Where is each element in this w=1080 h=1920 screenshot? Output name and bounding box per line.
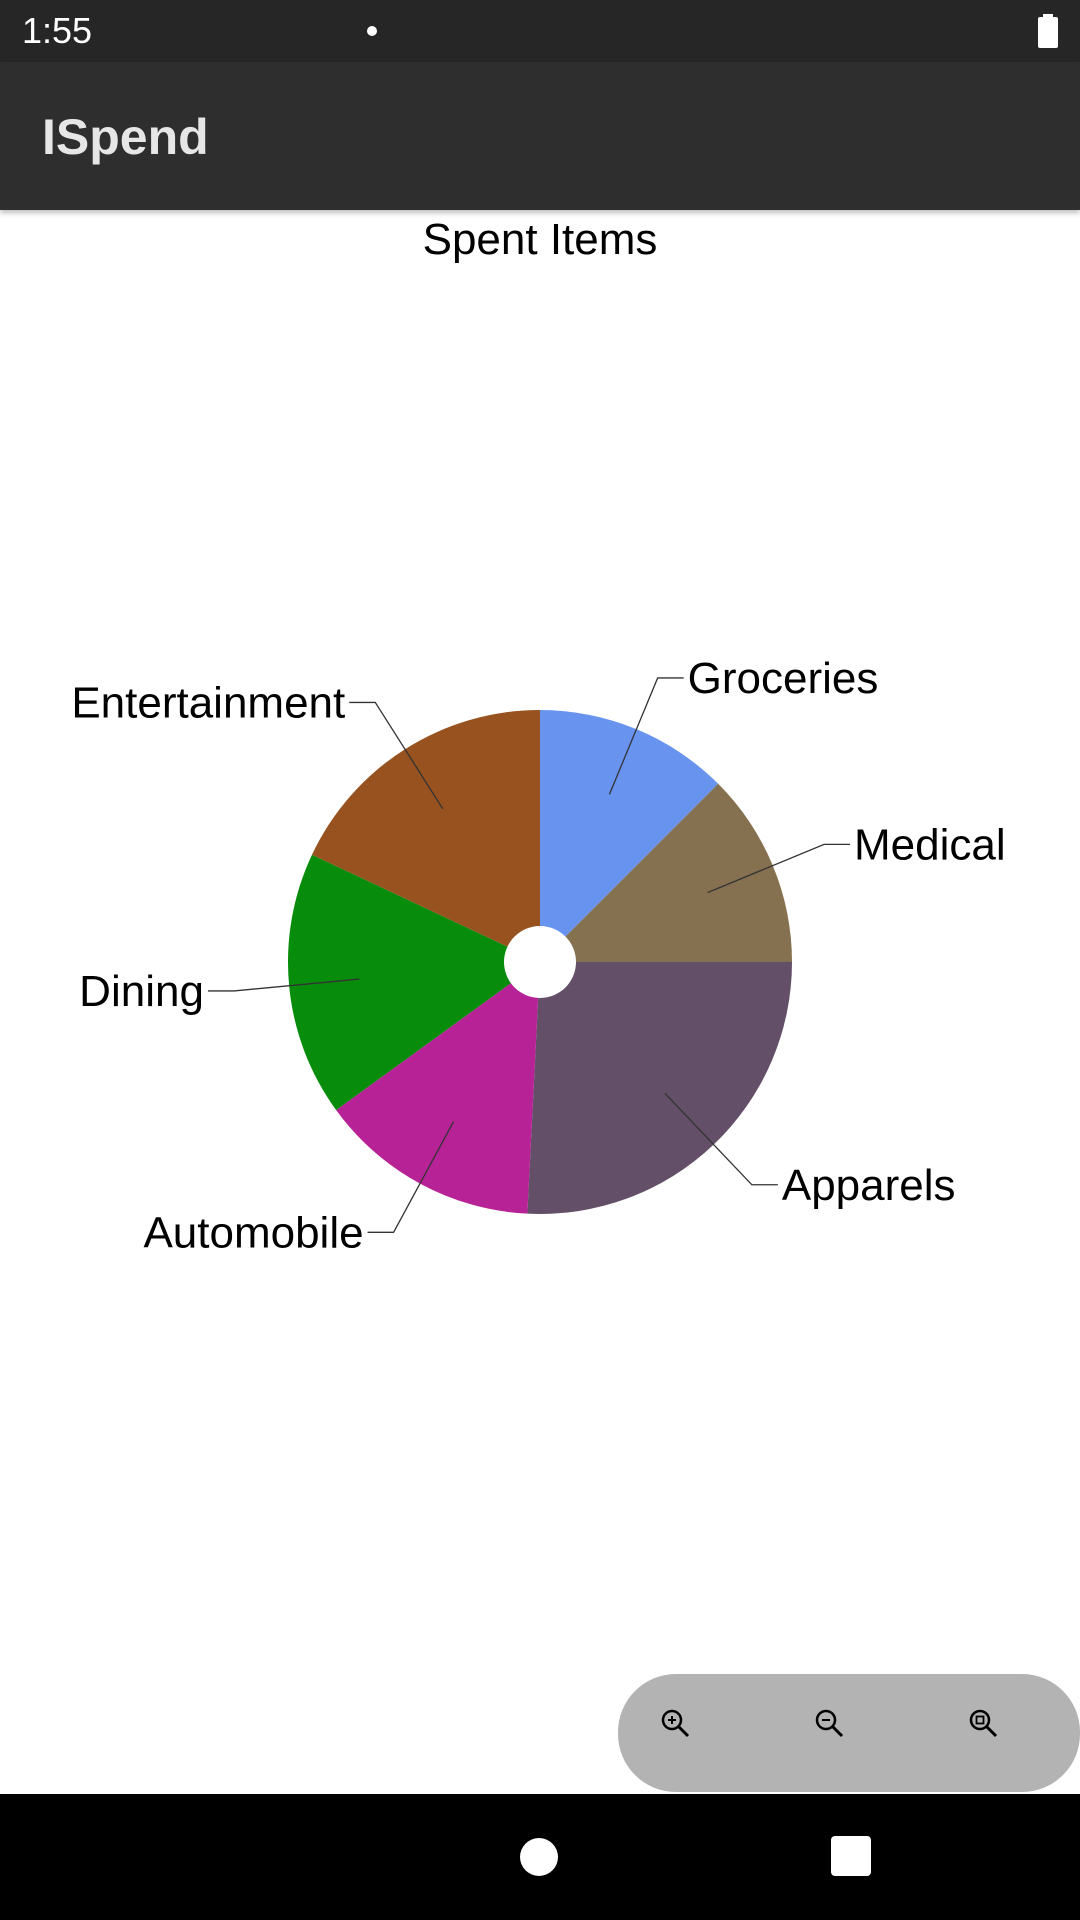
home-icon[interactable]	[520, 1838, 558, 1876]
slice-label-groceries: Groceries	[688, 654, 879, 703]
battery-full-icon	[1038, 14, 1058, 48]
slice-label-dining: Dining	[79, 967, 204, 1016]
status-time: 1:55	[22, 10, 93, 51]
zoom-out-icon[interactable]	[810, 1704, 850, 1744]
slice-label-medical: Medical	[854, 820, 1006, 869]
slice-label-apparels: Apparels	[782, 1161, 956, 1210]
slice-label-entertainment: Entertainment	[71, 678, 345, 727]
navigation-bar	[0, 1794, 1080, 1920]
chart-title: Spent Items	[423, 215, 658, 264]
status-bar: 1:55	[0, 0, 1080, 62]
donut-hole	[504, 926, 576, 998]
notification-dot-icon	[367, 26, 377, 36]
zoom-reset-icon[interactable]	[964, 1704, 1004, 1744]
zoom-controls	[618, 1674, 1080, 1792]
pie-slice-apparels[interactable]	[527, 962, 792, 1214]
recents-icon[interactable]	[831, 1836, 871, 1876]
slice-label-automobile: Automobile	[143, 1208, 363, 1257]
app-title: ISpend	[42, 109, 209, 165]
pie-chart: Spent Items Groceries Medical Apparels Auto…	[71, 215, 1006, 1257]
zoom-in-icon[interactable]	[656, 1704, 696, 1744]
app-bar: ISpend	[0, 62, 1080, 210]
